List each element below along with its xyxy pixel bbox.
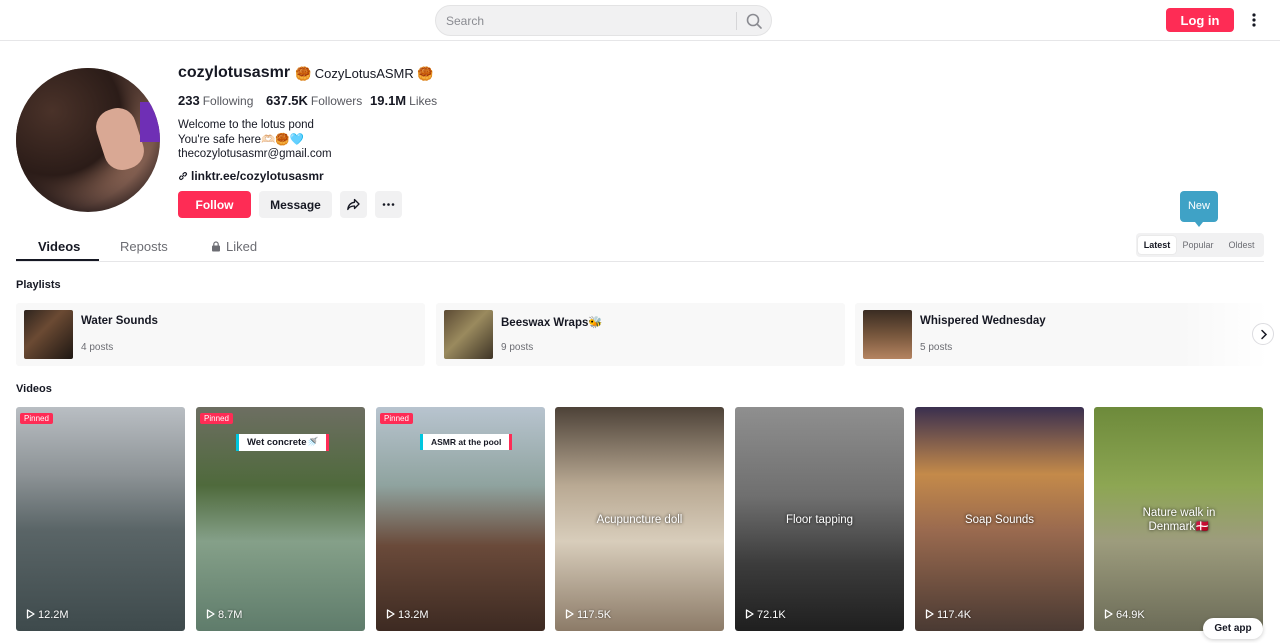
playlist-thumbnail — [24, 310, 73, 359]
chevron-right-icon — [1261, 329, 1268, 340]
video-card[interactable]: Nature walk in Denmark🇩🇰 64.9K — [1094, 407, 1263, 631]
view-count-value: 117.4K — [937, 609, 972, 621]
sort-toggle: Latest Popular Oldest — [1136, 233, 1264, 257]
playlist-thumbnail — [444, 310, 493, 359]
view-count: 12.2M — [26, 609, 69, 621]
profile-nickname: 🥮 CozyLotusASMR 🥮 — [295, 66, 434, 81]
videos-title: Videos — [16, 383, 52, 395]
playlist-count: 4 posts — [81, 342, 114, 353]
pinned-badge: Pinned — [20, 413, 53, 424]
tab-reposts[interactable]: Reposts — [120, 239, 168, 254]
playlist-next-button[interactable] — [1252, 323, 1274, 345]
bio-line: thecozylotusasmr@gmail.com — [178, 148, 332, 160]
playlist-count: 9 posts — [501, 342, 534, 353]
follow-button[interactable]: Follow — [178, 191, 251, 218]
video-card[interactable]: Soap Sounds 117.4K — [915, 407, 1084, 631]
search-box[interactable] — [435, 5, 772, 36]
stat-value: 637.5K — [266, 93, 308, 108]
lock-icon — [212, 241, 220, 252]
view-count: 13.2M — [386, 609, 429, 621]
search-input[interactable] — [446, 12, 731, 30]
video-sticker: Wet concrete🚿 — [236, 434, 330, 451]
new-tooltip: New — [1180, 191, 1218, 227]
stat-following[interactable]: 233 Following — [178, 93, 253, 108]
playlist-card[interactable]: Water Sounds 4 posts — [16, 303, 425, 366]
playlists-title: Playlists — [16, 279, 61, 291]
more-options-icon[interactable] — [1246, 10, 1262, 30]
playlist-card[interactable]: Beeswax Wraps🐝 9 posts — [436, 303, 845, 366]
pinned-badge: Pinned — [380, 413, 413, 424]
tabs-divider — [16, 261, 1264, 262]
video-card[interactable]: Floor tapping 72.1K — [735, 407, 904, 631]
search-icon[interactable] — [745, 12, 763, 30]
login-button[interactable]: Log in — [1166, 8, 1234, 32]
stat-followers[interactable]: 637.5K Followers — [266, 93, 362, 108]
view-count-value: 12.2M — [38, 609, 69, 621]
play-icon — [206, 609, 215, 619]
view-count-value: 117.5K — [577, 609, 612, 621]
sort-latest[interactable]: Latest — [1138, 236, 1176, 254]
play-icon — [925, 609, 934, 619]
more-actions-button[interactable] — [375, 191, 402, 218]
playlist-name: Beeswax Wraps🐝 — [501, 317, 603, 329]
stat-label: Likes — [409, 94, 438, 108]
view-count: 117.5K — [565, 609, 611, 621]
profile-link-text[interactable]: linktr.ee/cozylotusasmr — [191, 169, 324, 183]
playlist-count: 5 posts — [920, 342, 953, 353]
view-count: 8.7M — [206, 609, 242, 621]
view-count-value: 72.1K — [757, 609, 786, 621]
tab-videos[interactable]: Videos — [38, 239, 80, 254]
view-count-value: 64.9K — [1116, 609, 1145, 621]
top-bar: Log in — [0, 0, 1280, 41]
view-count-value: 13.2M — [398, 609, 429, 621]
sort-popular[interactable]: Popular — [1178, 236, 1218, 254]
video-caption: Acupuncture doll — [596, 514, 683, 526]
stat-value: 233 — [178, 93, 200, 108]
playlist-thumbnail — [863, 310, 912, 359]
stat-value: 19.1M — [370, 93, 407, 108]
share-button[interactable] — [340, 191, 367, 218]
video-card[interactable]: Acupuncture doll 117.5K — [555, 407, 724, 631]
pinned-badge: Pinned — [200, 413, 233, 424]
video-card[interactable]: Pinned 12.2M — [16, 407, 185, 631]
stat-label: Followers — [310, 94, 363, 108]
play-icon — [565, 609, 574, 619]
stat-likes: 19.1M Likes — [370, 93, 437, 108]
link-icon — [179, 172, 187, 180]
avatar — [16, 68, 160, 212]
bio-line: Welcome to the lotus pond — [178, 119, 314, 131]
video-caption: Floor tapping — [785, 514, 854, 526]
sort-oldest[interactable]: Oldest — [1221, 236, 1262, 254]
play-icon — [745, 609, 754, 619]
ellipsis-icon — [382, 203, 395, 206]
video-sticker: ASMR at the pool — [420, 434, 513, 450]
tab-liked[interactable]: Liked — [211, 239, 257, 254]
view-count-value: 8.7M — [218, 609, 243, 621]
search-divider — [736, 12, 737, 30]
share-icon — [347, 198, 360, 211]
playlist-name: Whispered Wednesday — [920, 315, 1046, 327]
playlist-name: Water Sounds — [81, 315, 158, 327]
profile-bio: Welcome to the lotus pond You're safe he… — [178, 118, 332, 162]
video-card[interactable]: Pinned Wet concrete🚿 8.7M — [196, 407, 365, 631]
view-count: 72.1K — [745, 609, 786, 621]
video-caption: Soap Sounds — [964, 514, 1035, 526]
stat-label: Following — [202, 94, 254, 108]
video-caption: Nature walk in Denmark🇩🇰 — [1142, 507, 1216, 533]
play-icon — [1104, 609, 1113, 619]
message-button[interactable]: Message — [259, 191, 332, 218]
profile-username: cozylotusasmr — [178, 64, 291, 81]
play-icon — [386, 609, 395, 619]
view-count: 117.4K — [925, 609, 971, 621]
get-app-button[interactable]: Get app — [1203, 618, 1263, 639]
profile-link[interactable]: linktr.ee/cozylotusasmr — [178, 169, 324, 183]
view-count: 64.9K — [1104, 609, 1145, 621]
video-card[interactable]: Pinned ASMR at the pool 13.2M — [376, 407, 545, 631]
bio-line: You're safe here🫶🏻🥮🩵 — [178, 133, 304, 146]
tab-liked-label: Liked — [226, 239, 258, 254]
play-icon — [26, 609, 35, 619]
